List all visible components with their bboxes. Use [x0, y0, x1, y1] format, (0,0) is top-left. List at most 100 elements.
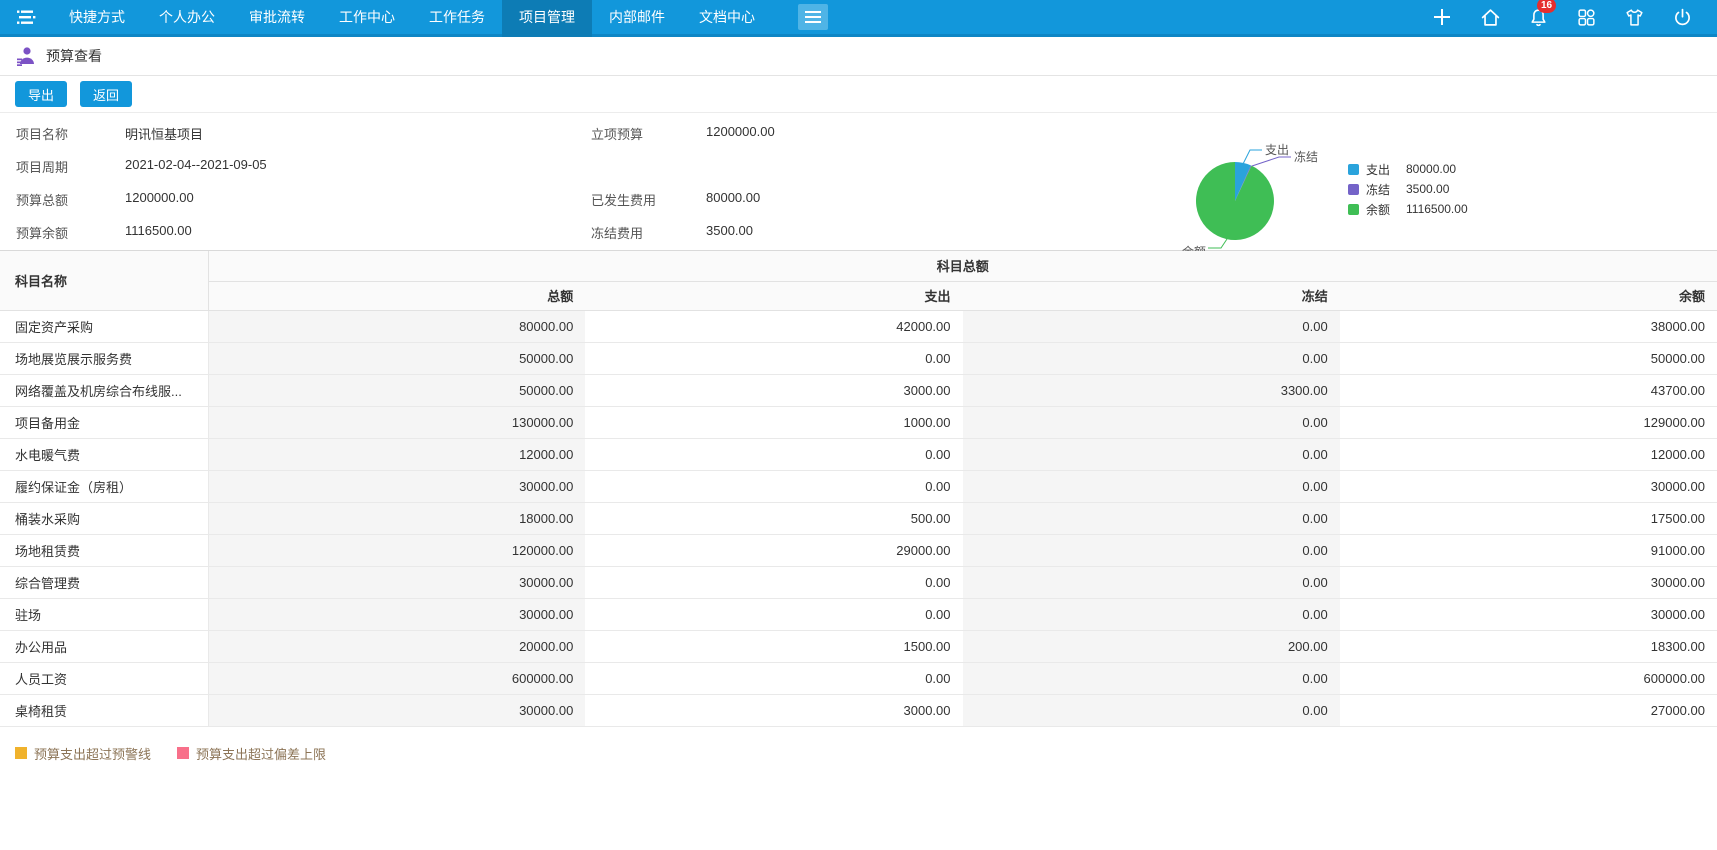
amount-cell: 0.00 — [963, 470, 1340, 502]
power-icon — [1672, 7, 1693, 28]
legend-swatch — [1348, 164, 1359, 175]
legend-label: 冻结 — [1366, 181, 1398, 198]
subject-cell: 综合管理费 — [0, 566, 208, 598]
warning-legend-label: 预算支出超过预警线 — [34, 744, 151, 763]
field-value: 1200000.00 — [125, 190, 194, 205]
nav-item[interactable]: 个人办公 — [142, 0, 232, 34]
nav-item[interactable]: 内部邮件 — [592, 0, 682, 34]
back-button[interactable]: 返回 — [80, 81, 132, 107]
subject-cell: 履约保证金（房租） — [0, 470, 208, 502]
chart-legend: 支出 80000.00 冻结3500.00余额1116500.00 — [1348, 159, 1468, 219]
add-button[interactable] — [1431, 6, 1453, 28]
amount-cell: 0.00 — [963, 406, 1340, 438]
top-navbar: 快捷方式个人办公审批流转工作中心工作任务项目管理内部邮件文档中心 16 — [0, 0, 1717, 37]
table-row: 场地租赁费120000.0029000.000.0091000.00 — [0, 534, 1717, 566]
nav-item[interactable]: 审批流转 — [232, 0, 322, 34]
amount-cell: 0.00 — [963, 438, 1340, 470]
amount-cell: 30000.00 — [1340, 470, 1717, 502]
amount-cell: 0.00 — [963, 534, 1340, 566]
table-row: 驻场30000.000.000.0030000.00 — [0, 598, 1717, 630]
theme-skin-button[interactable] — [1624, 7, 1645, 28]
subject-cell: 办公用品 — [0, 630, 208, 662]
subject-cell: 桶装水采购 — [0, 502, 208, 534]
amount-cell: 0.00 — [963, 566, 1340, 598]
amount-cell: 30000.00 — [208, 470, 585, 502]
amount-cell: 91000.00 — [1340, 534, 1717, 566]
logout-button[interactable] — [1672, 7, 1693, 28]
legend-value: 80000.00 — [1406, 162, 1456, 176]
budget-view-icon — [15, 45, 37, 67]
column-header: 总额 — [208, 281, 585, 310]
subject-cell: 水电暖气费 — [0, 438, 208, 470]
column-header: 冻结 — [963, 281, 1340, 310]
field-value: 3500.00 — [706, 223, 753, 238]
table-row: 场地展览展示服务费50000.000.000.0050000.00 — [0, 342, 1717, 374]
warning-legend-item: 预算支出超过预警线 — [15, 744, 151, 763]
toolbar: 导出 返回 — [0, 76, 1717, 113]
apps-grid-icon — [1576, 7, 1597, 28]
project-info-section: 项目名称明讯恒基项目立项预算1200000.00项目周期2021-02-04--… — [0, 113, 1717, 251]
legend-label: 余额 — [1366, 201, 1398, 218]
amount-cell: 30000.00 — [208, 598, 585, 630]
amount-cell: 18000.00 — [208, 502, 585, 534]
amount-cell: 29000.00 — [585, 534, 962, 566]
pie-slice[interactable] — [1196, 162, 1274, 240]
amount-cell: 38000.00 — [1340, 310, 1717, 342]
nav-item[interactable]: 文档中心 — [682, 0, 772, 34]
field-value: 1116500.00 — [125, 223, 192, 238]
warning-legend-swatch — [15, 747, 27, 759]
column-group-header: 科目总额 — [208, 251, 1717, 281]
amount-cell: 1000.00 — [585, 406, 962, 438]
legend-label: 支出 — [1366, 161, 1398, 178]
amount-cell: 50000.00 — [208, 342, 585, 374]
table-header: 科目名称 科目总额 总额支出冻结余额 — [0, 251, 1717, 310]
amount-cell: 20000.00 — [208, 630, 585, 662]
field-label: 冻结费用 — [591, 223, 643, 242]
field-value: 明讯恒基项目 — [125, 124, 203, 143]
amount-cell: 3000.00 — [585, 694, 962, 726]
field-label: 预算总额 — [16, 190, 68, 209]
field-label: 项目周期 — [16, 157, 68, 176]
subject-cell: 场地展览展示服务费 — [0, 342, 208, 374]
nav-item[interactable]: 工作任务 — [412, 0, 502, 34]
more-menus-button[interactable] — [798, 4, 828, 30]
subject-cell: 网络覆盖及机房综合布线服... — [0, 374, 208, 406]
table-row: 桶装水采购18000.00500.000.0017500.00 — [0, 502, 1717, 534]
notifications-button[interactable]: 16 — [1528, 7, 1549, 28]
home-button[interactable] — [1480, 7, 1501, 28]
menu-collapse-glyph — [13, 4, 39, 30]
table-row: 水电暖气费12000.000.000.0012000.00 — [0, 438, 1717, 470]
amount-cell: 200.00 — [963, 630, 1340, 662]
amount-cell: 27000.00 — [1340, 694, 1717, 726]
amount-cell: 0.00 — [585, 438, 962, 470]
notification-badge: 16 — [1537, 0, 1556, 13]
legend-item[interactable]: 余额1116500.00 — [1348, 199, 1468, 219]
amount-cell: 0.00 — [963, 342, 1340, 374]
column-header-subject: 科目名称 — [0, 251, 208, 310]
nav-item[interactable]: 快捷方式 — [52, 0, 142, 34]
subject-cell: 人员工资 — [0, 662, 208, 694]
column-header: 支出 — [585, 281, 962, 310]
nav-item[interactable]: 项目管理 — [502, 0, 592, 37]
table-row: 综合管理费30000.000.000.0030000.00 — [0, 566, 1717, 598]
pie-label: 支出 — [1265, 143, 1289, 157]
subject-cell: 桌椅租赁 — [0, 694, 208, 726]
subject-cell: 项目备用金 — [0, 406, 208, 438]
amount-cell: 42000.00 — [585, 310, 962, 342]
apps-button[interactable] — [1576, 7, 1597, 28]
amount-cell: 0.00 — [585, 566, 962, 598]
legend-item[interactable]: 支出 80000.00 — [1348, 159, 1468, 179]
page-header: 预算查看 — [0, 37, 1717, 76]
field-value: 2021-02-04--2021-09-05 — [125, 157, 267, 172]
amount-cell: 0.00 — [963, 598, 1340, 630]
amount-cell: 12000.00 — [1340, 438, 1717, 470]
legend-swatch — [1348, 204, 1359, 215]
menu-collapse-icon[interactable] — [0, 0, 52, 34]
export-button[interactable]: 导出 — [15, 81, 67, 107]
amount-cell: 30000.00 — [208, 566, 585, 598]
amount-cell: 12000.00 — [208, 438, 585, 470]
nav-item[interactable]: 工作中心 — [322, 0, 412, 34]
amount-cell: 3300.00 — [963, 374, 1340, 406]
legend-item[interactable]: 冻结3500.00 — [1348, 179, 1468, 199]
subject-cell: 场地租赁费 — [0, 534, 208, 566]
